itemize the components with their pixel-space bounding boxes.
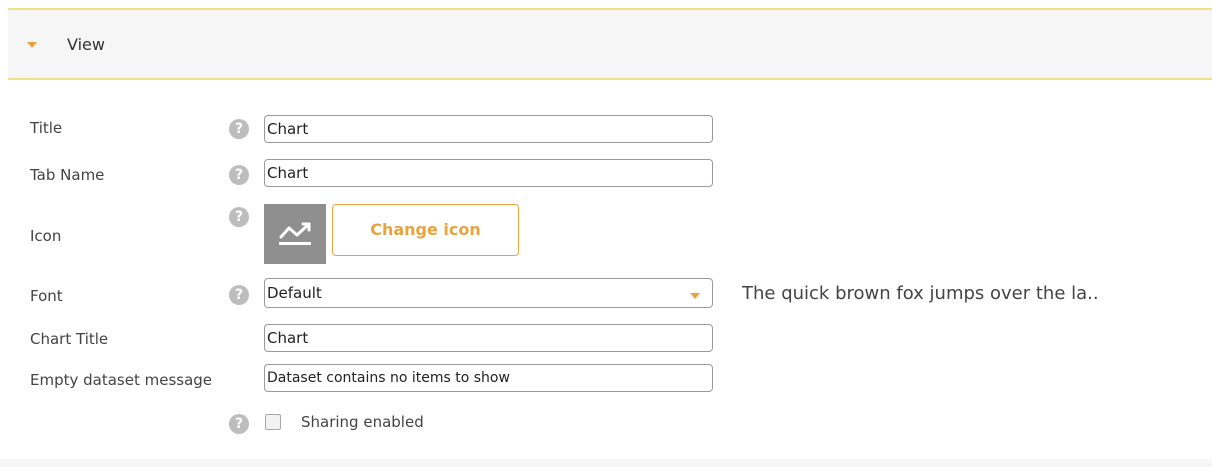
chart-line-icon[interactable] — [264, 204, 326, 264]
title-help-icon[interactable]: ? — [229, 119, 249, 139]
change-icon-button[interactable]: Change icon — [332, 204, 519, 256]
collapse-caret-icon[interactable] — [27, 42, 37, 48]
tab-name-label: Tab Name — [30, 166, 105, 184]
icon-help-icon[interactable]: ? — [229, 207, 249, 227]
panel-bottom-edge — [0, 459, 1212, 467]
font-select-value: Default — [267, 284, 322, 302]
tab-name-input[interactable] — [264, 159, 713, 187]
title-label: Title — [30, 119, 63, 137]
section-title: View — [67, 35, 105, 54]
font-help-icon[interactable]: ? — [229, 285, 249, 305]
font-preview-text: The quick brown fox jumps over the la.. — [742, 283, 1099, 304]
sharing-checkbox[interactable] — [265, 414, 281, 430]
sharing-label[interactable]: Sharing enabled — [301, 413, 424, 431]
empty-message-input[interactable] — [264, 364, 713, 392]
font-label: Font — [30, 287, 63, 305]
chart-title-label: Chart Title — [30, 330, 109, 348]
chevron-down-icon[interactable] — [690, 293, 700, 299]
title-input[interactable] — [264, 115, 713, 143]
chart-title-input[interactable] — [264, 324, 713, 352]
font-select[interactable]: Default — [264, 278, 713, 308]
view-section-header[interactable]: View — [8, 8, 1212, 80]
sharing-help-icon[interactable]: ? — [229, 414, 249, 434]
empty-message-label: Empty dataset message — [30, 371, 213, 389]
icon-label: Icon — [30, 227, 62, 245]
tab-name-help-icon[interactable]: ? — [229, 165, 249, 185]
